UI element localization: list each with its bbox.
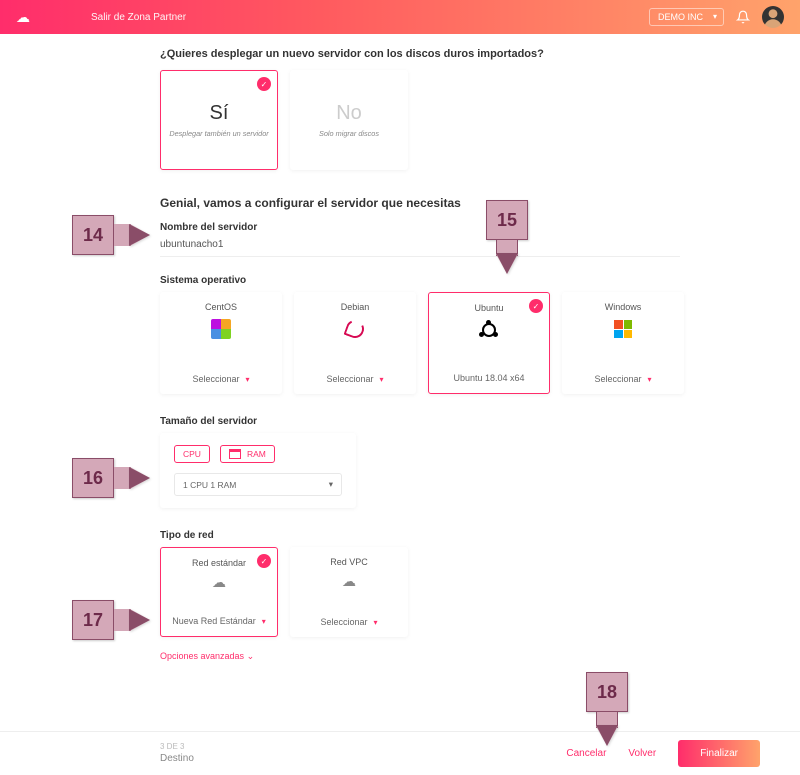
cpu-chip: CPU bbox=[174, 445, 210, 463]
net-card-standard[interactable]: ✓ Red estándar ☁ Nueva Red Estándar▾ bbox=[160, 547, 278, 637]
advanced-options-link[interactable]: Opciones avanzadas ⌄ bbox=[160, 651, 740, 662]
cloud-icon: ☁ bbox=[212, 574, 226, 591]
topbar: ☁ Salir de Zona Partner DEMO INC bbox=[0, 0, 800, 34]
centos-icon bbox=[210, 318, 232, 340]
deploy-question: ¿Quieres desplegar un nuevo servidor con… bbox=[160, 48, 740, 60]
net-select[interactable]: Nueva Red Estándar▾ bbox=[172, 616, 266, 626]
os-card-ubuntu[interactable]: ✓ Ubuntu Ubuntu 18.04 x64 bbox=[428, 292, 550, 394]
size-label: Tamaño del servidor bbox=[160, 416, 740, 427]
deploy-yes-title: Sí bbox=[210, 102, 229, 125]
step-meta: 3 DE 3 Destino bbox=[160, 742, 194, 765]
os-select[interactable]: Seleccionar▾ bbox=[192, 374, 249, 384]
os-name: Ubuntu bbox=[474, 303, 503, 313]
deploy-no-sub: Solo migrar discos bbox=[313, 129, 385, 138]
chevron-down-icon: ⌄ bbox=[247, 651, 255, 661]
os-row: CentOS Seleccionar▾ Debian Seleccionar▾ … bbox=[160, 292, 740, 394]
net-card-vpc[interactable]: Red VPC ☁ Seleccionar▾ bbox=[290, 547, 408, 637]
os-name: Debian bbox=[341, 302, 370, 312]
network-label: Tipo de red bbox=[160, 530, 740, 541]
deploy-yes-card[interactable]: ✓ Sí Desplegar también un servidor bbox=[160, 70, 278, 170]
logo: ☁ bbox=[16, 9, 31, 26]
server-name-label: Nombre del servidor bbox=[160, 222, 740, 233]
deploy-yes-sub: Desplegar también un servidor bbox=[163, 129, 274, 138]
check-icon: ✓ bbox=[257, 554, 271, 568]
bell-icon[interactable] bbox=[736, 10, 750, 24]
finish-button[interactable]: Finalizar bbox=[678, 740, 760, 767]
os-name: CentOS bbox=[205, 302, 237, 312]
callout-18: 18 bbox=[586, 672, 628, 712]
ubuntu-icon bbox=[478, 319, 500, 341]
deploy-no-card[interactable]: No Solo migrar discos bbox=[290, 70, 408, 170]
ram-chip: RAM bbox=[220, 445, 275, 463]
os-label: Sistema operativo bbox=[160, 275, 740, 286]
net-name: Red estándar bbox=[192, 558, 246, 568]
os-card-centos[interactable]: CentOS Seleccionar▾ bbox=[160, 292, 282, 394]
os-select[interactable]: Seleccionar▾ bbox=[326, 374, 383, 384]
os-name: Windows bbox=[605, 302, 642, 312]
avatar[interactable] bbox=[762, 6, 784, 28]
footer: 3 DE 3 Destino Cancelar Volver Finalizar bbox=[0, 731, 800, 775]
debian-icon bbox=[344, 318, 366, 340]
os-card-debian[interactable]: Debian Seleccionar▾ bbox=[294, 292, 416, 394]
cancel-button[interactable]: Cancelar bbox=[566, 748, 606, 759]
os-select[interactable]: Ubuntu 18.04 x64 bbox=[453, 373, 524, 383]
config-heading: Genial, vamos a configurar el servidor q… bbox=[160, 196, 740, 210]
windows-icon bbox=[612, 318, 634, 340]
main-content: ¿Quieres desplegar un nuevo servidor con… bbox=[0, 34, 740, 662]
check-icon: ✓ bbox=[257, 77, 271, 91]
os-card-windows[interactable]: Windows Seleccionar▾ bbox=[562, 292, 684, 394]
check-icon: ✓ bbox=[529, 299, 543, 313]
org-select[interactable]: DEMO INC bbox=[649, 8, 724, 26]
back-button[interactable]: Volver bbox=[628, 748, 656, 759]
cloud-icon: ☁ bbox=[342, 573, 356, 590]
org-area: DEMO INC bbox=[649, 6, 784, 28]
deploy-no-title: No bbox=[336, 102, 362, 125]
os-select[interactable]: Seleccionar▾ bbox=[594, 374, 651, 384]
net-name: Red VPC bbox=[330, 557, 368, 567]
network-row: ✓ Red estándar ☁ Nueva Red Estándar▾ Red… bbox=[160, 547, 740, 637]
server-name-input[interactable]: ubuntunacho1 bbox=[160, 239, 680, 257]
size-select[interactable]: 1 CPU 1 RAM▾ bbox=[174, 473, 342, 496]
net-select[interactable]: Seleccionar▾ bbox=[320, 617, 377, 627]
size-box: CPU RAM 1 CPU 1 RAM▾ bbox=[160, 433, 356, 508]
exit-partner-link[interactable]: Salir de Zona Partner bbox=[91, 12, 649, 23]
deploy-choice-row: ✓ Sí Desplegar también un servidor No So… bbox=[160, 70, 740, 170]
